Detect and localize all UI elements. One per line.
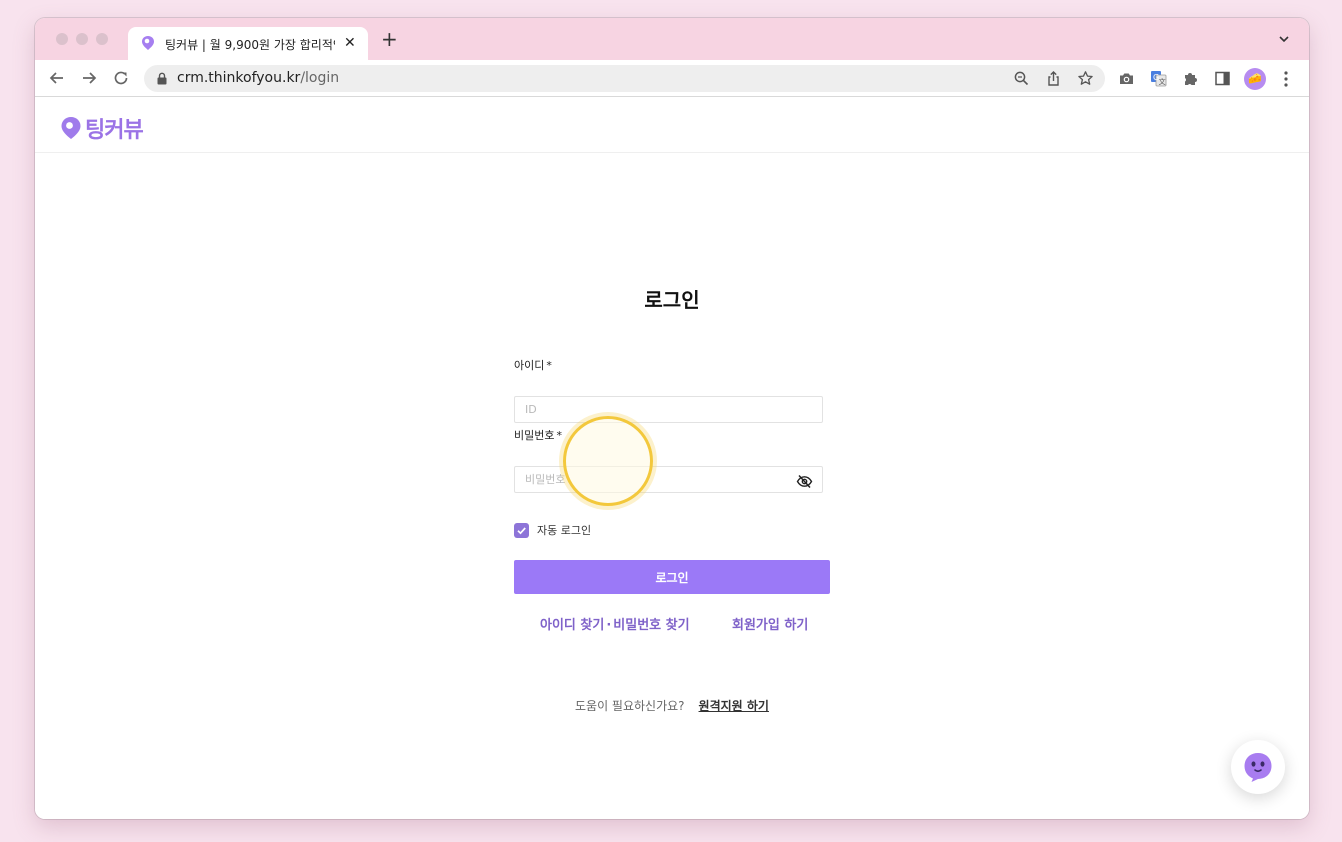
find-id-link[interactable]: 아이디 찾기 [540, 618, 604, 633]
password-label-text: 비밀번호 [514, 429, 555, 442]
browser-window: 팅커뷰 | 월 9,900원 가장 합리적인 고객관리 ✕ + crm.thin… [35, 18, 1309, 819]
location-pin-icon [61, 117, 81, 139]
location-pin-icon [142, 36, 154, 50]
forward-icon[interactable] [79, 68, 99, 88]
chevron-down-icon[interactable] [1277, 32, 1291, 46]
required-mark: * [556, 429, 562, 442]
address-bar[interactable]: crm.thinkofyou.kr/login [144, 65, 1105, 92]
help-row: 도움이 필요하신가요? 원격지원 하기 [575, 697, 769, 714]
password-label: 비밀번호 * [514, 427, 562, 443]
browser-toolbar: crm.thinkofyou.kr/login G 文 🧀 [35, 60, 1309, 97]
check-icon [517, 526, 526, 534]
profile-avatar[interactable]: 🧀 [1244, 68, 1266, 90]
chat-widget-button[interactable] [1231, 740, 1285, 794]
page-content: 팅커뷰 로그인 아이디* 비밀번호* 자동 로그인 로그인 아이디 찾기·비밀번… [35, 98, 1309, 819]
url-path: /login [300, 70, 340, 86]
tab-close-icon[interactable]: ✕ [344, 34, 356, 52]
eye-off-icon[interactable] [796, 473, 813, 490]
svg-text:文: 文 [1159, 77, 1166, 86]
site-logo[interactable]: 팅커뷰 [60, 114, 144, 143]
help-text: 도움이 필요하신가요? [575, 699, 685, 713]
auto-login-label: 자동 로그인 [537, 524, 592, 537]
signup-link[interactable]: 회원가입 하기 [732, 614, 808, 633]
share-icon[interactable] [1045, 70, 1062, 87]
link-separator: · [606, 618, 612, 633]
back-icon[interactable] [47, 68, 67, 88]
remote-support-link[interactable]: 원격지원 하기 [699, 699, 769, 713]
chat-mascot-icon [1244, 753, 1272, 782]
id-label-text: 아이디 [514, 359, 545, 372]
required-mark: * [546, 359, 552, 372]
site-header: 팅커뷰 [35, 98, 1309, 153]
translate-icon[interactable]: G 文 [1150, 70, 1167, 87]
auto-login-checkbox[interactable] [514, 522, 529, 538]
password-input[interactable] [514, 466, 823, 493]
side-panel-icon[interactable] [1214, 70, 1231, 87]
id-input[interactable] [514, 396, 823, 423]
url-text[interactable]: crm.thinkofyou.kr/login [177, 70, 339, 86]
find-account-links: 아이디 찾기 · 비밀번호 찾기 [540, 614, 690, 633]
star-icon[interactable] [1077, 70, 1094, 87]
cursor-highlight [563, 416, 653, 506]
window-minimize-control[interactable] [76, 33, 88, 45]
window-zoom-control[interactable] [96, 33, 108, 45]
lock-icon[interactable] [156, 72, 168, 85]
logo-text: 팅커뷰 [85, 118, 144, 143]
browser-tab-active[interactable]: 팅커뷰 | 월 9,900원 가장 합리적인 고객관리 ✕ [128, 27, 368, 60]
tab-title: 팅커뷰 | 월 9,900원 가장 합리적인 고객관리 [165, 38, 335, 52]
new-tab-button[interactable]: + [381, 29, 398, 49]
extensions-icon[interactable] [1182, 70, 1199, 87]
url-host: crm.thinkofyou.kr [177, 70, 301, 86]
login-button[interactable]: 로그인 [514, 560, 830, 594]
tab-strip: 팅커뷰 | 월 9,900원 가장 합리적인 고객관리 ✕ + [35, 18, 1309, 60]
camera-icon[interactable] [1118, 70, 1135, 87]
menu-icon[interactable] [1281, 69, 1291, 89]
window-close-control[interactable] [56, 33, 68, 45]
zoom-icon[interactable] [1013, 70, 1030, 87]
id-label: 아이디 * [514, 357, 552, 373]
page-title: 로그인 [644, 288, 700, 312]
reload-icon[interactable] [111, 68, 131, 88]
find-password-link[interactable]: 비밀번호 찾기 [613, 618, 689, 633]
auto-login-option[interactable]: 자동 로그인 [514, 522, 591, 538]
